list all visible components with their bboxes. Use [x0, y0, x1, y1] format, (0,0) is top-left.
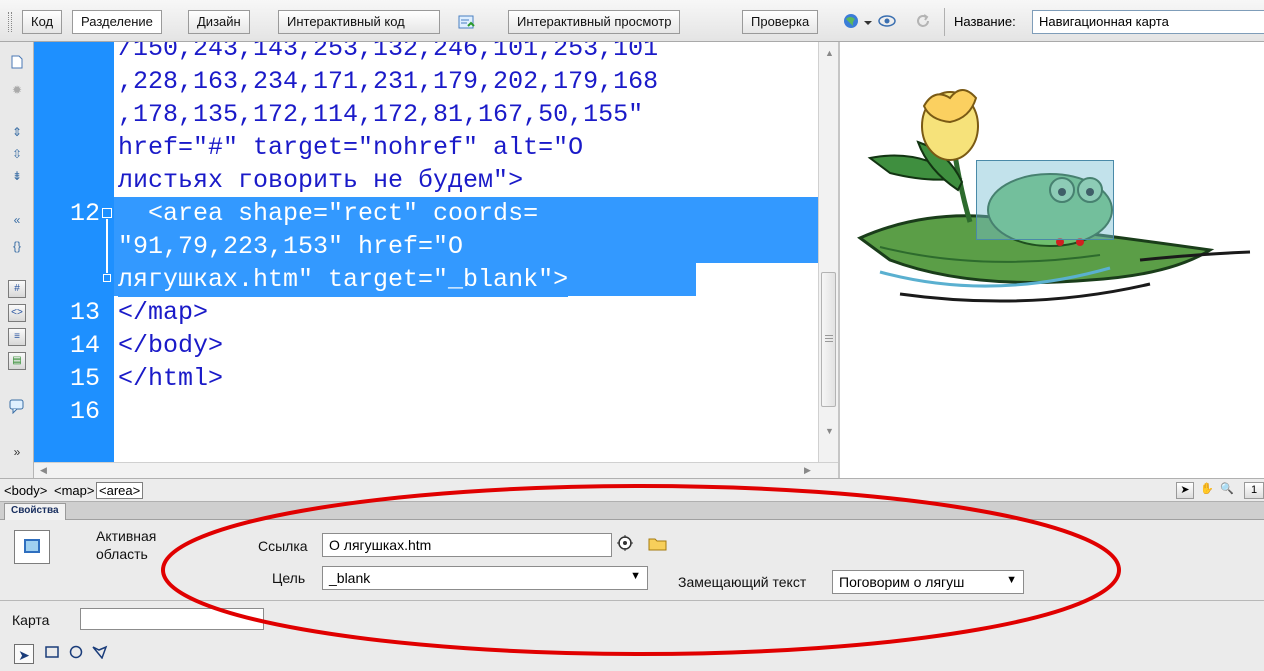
tag-area[interactable]: <area> [96, 482, 144, 499]
tag-map[interactable]: <map> [54, 483, 94, 498]
visual-aids-icon[interactable] [878, 12, 896, 30]
browser-preview-icon[interactable] [842, 12, 860, 30]
code-horizontal-scrollbar[interactable]: ◀ ▶ [34, 462, 838, 478]
code-text[interactable]: </body> [118, 330, 223, 363]
design-view-button[interactable]: Дизайн [188, 10, 250, 34]
line-number: 14 [69, 331, 100, 360]
code-text[interactable]: листьях говорить не будем"> [118, 165, 523, 198]
select-tool-icon[interactable]: ➤ [1176, 482, 1194, 499]
zoom-level[interactable]: 1 [1244, 482, 1264, 499]
polygon-hotspot-icon[interactable] [90, 644, 110, 664]
collapse-tag-icon[interactable]: ⇕ [9, 124, 25, 140]
element-type-label-2: область [96, 546, 148, 562]
code-editor[interactable]: /150,243,143,253,132,246,101,253,101,228… [34, 42, 824, 462]
code-line[interactable]: ,178,135,172,114,172,81,167,50,155" [34, 99, 824, 132]
code-line[interactable]: /150,243,143,253,132,246,101,253,101 [34, 42, 824, 66]
code-text[interactable]: </html> [118, 363, 223, 396]
code-line[interactable]: листьях говорить не будем"> [34, 165, 824, 198]
live-view-button[interactable]: Интерактивный просмотр [508, 10, 681, 34]
refresh-icon[interactable] [914, 12, 932, 30]
balance-braces-icon[interactable]: {} [9, 238, 25, 254]
scroll-left-icon[interactable]: ◀ [40, 465, 47, 476]
expand-all-icon[interactable]: ⇟ [9, 168, 25, 184]
fold-toggle-icon[interactable] [102, 208, 112, 218]
fold-line [106, 219, 108, 273]
line-number: 15 [69, 364, 100, 393]
line-number: 16 [69, 397, 100, 426]
code-line[interactable]: ,228,163,234,171,231,179,202,179,168 [34, 66, 824, 99]
collapse-selection-icon[interactable]: ⇳ [9, 146, 25, 162]
fold-end-icon[interactable] [103, 274, 111, 282]
word-wrap-icon[interactable]: ≡ [8, 328, 26, 346]
title-input[interactable]: Навигационная карта [1032, 10, 1264, 34]
scroll-right-icon[interactable]: ▶ [804, 465, 811, 476]
toolbar-grip[interactable] [8, 12, 12, 32]
highlight-invalid-code-icon[interactable]: <> [8, 304, 26, 322]
open-documents-icon[interactable] [9, 54, 25, 70]
line-number: 13 [69, 298, 100, 327]
code-line[interactable]: 13 </map> [34, 297, 824, 330]
coding-toolbar: ✹ ⇕ ⇳ ⇟ « {} # <> ≡ ▤ » [0, 42, 34, 478]
split-view-button[interactable]: Разделение [72, 10, 162, 34]
line-numbers-icon[interactable]: # [8, 280, 26, 298]
element-type-label: Активная [96, 528, 157, 544]
select-parent-tag-icon[interactable]: « [9, 212, 25, 228]
rect-hotspot-icon[interactable] [42, 644, 62, 664]
code-text[interactable]: </map> [118, 297, 208, 330]
code-text[interactable]: <area shape="rect" coords= [118, 198, 539, 231]
circle-hotspot-icon[interactable] [66, 644, 86, 664]
apply-comment-icon[interactable] [9, 398, 25, 415]
annotation-ellipse [161, 484, 1121, 656]
toolbar-separator [944, 8, 945, 36]
hand-tool-icon[interactable]: ✋ [1198, 482, 1216, 499]
document-toolbar: Код Разделение Дизайн Интерактивный код … [0, 0, 1264, 42]
properties-tab[interactable]: Свойства [4, 503, 66, 520]
scroll-up-icon[interactable]: ▲ [825, 48, 834, 58]
code-line[interactable]: href="#" target="nohref" alt="О [34, 132, 824, 165]
scroll-down-icon[interactable]: ▼ [825, 426, 834, 436]
code-line[interactable]: 16 [34, 396, 824, 429]
related-files-icon[interactable]: ✹ [9, 82, 25, 98]
more-tools-icon[interactable]: » [9, 444, 25, 460]
zoom-tool-icon[interactable]: 🔍 [1218, 482, 1236, 499]
scroll-thumb[interactable] [821, 272, 836, 407]
code-line[interactable]: 14 </body> [34, 330, 824, 363]
dropdown-arrow-icon[interactable] [862, 12, 874, 30]
rect-hotspot-area[interactable] [976, 160, 1114, 240]
code-line[interactable]: 15 </html> [34, 363, 824, 396]
inspect-button[interactable]: Проверка [742, 10, 819, 34]
design-view[interactable] [838, 42, 1264, 478]
code-vertical-scrollbar[interactable]: ▲ ▼ [818, 42, 838, 462]
code-text[interactable]: лягушках.htm" target="_blank"> [118, 264, 569, 297]
code-line[interactable]: лягушках.htm" target="_blank"> [34, 264, 824, 297]
line-number: 12 [69, 199, 100, 228]
code-text[interactable]: /150,243,143,253,132,246,101,253,101 [118, 42, 658, 66]
pointer-icon[interactable]: ➤ [14, 644, 34, 664]
map-label: Карта [12, 612, 50, 628]
code-line[interactable]: "91,79,223,153" href="О [34, 231, 824, 264]
code-view-button[interactable]: Код [22, 10, 63, 34]
hotspot-type-icon [14, 530, 50, 564]
live-code-icon [458, 14, 476, 32]
code-text[interactable]: href="#" target="nohref" alt="О [118, 132, 583, 165]
live-code-button[interactable]: Интерактивный код [278, 10, 440, 34]
code-text[interactable]: ,178,135,172,114,172,81,167,50,155" [118, 99, 643, 132]
title-label: Название: [954, 14, 1016, 29]
code-line[interactable]: 12 <area shape="rect" coords= [34, 198, 824, 231]
code-text[interactable]: ,228,163,234,171,231,179,202,179,168 [118, 66, 658, 99]
tag-body[interactable]: <body> [4, 483, 47, 498]
syntax-coloring-icon[interactable]: ▤ [8, 352, 26, 370]
code-text[interactable]: "91,79,223,153" href="О [118, 231, 464, 264]
